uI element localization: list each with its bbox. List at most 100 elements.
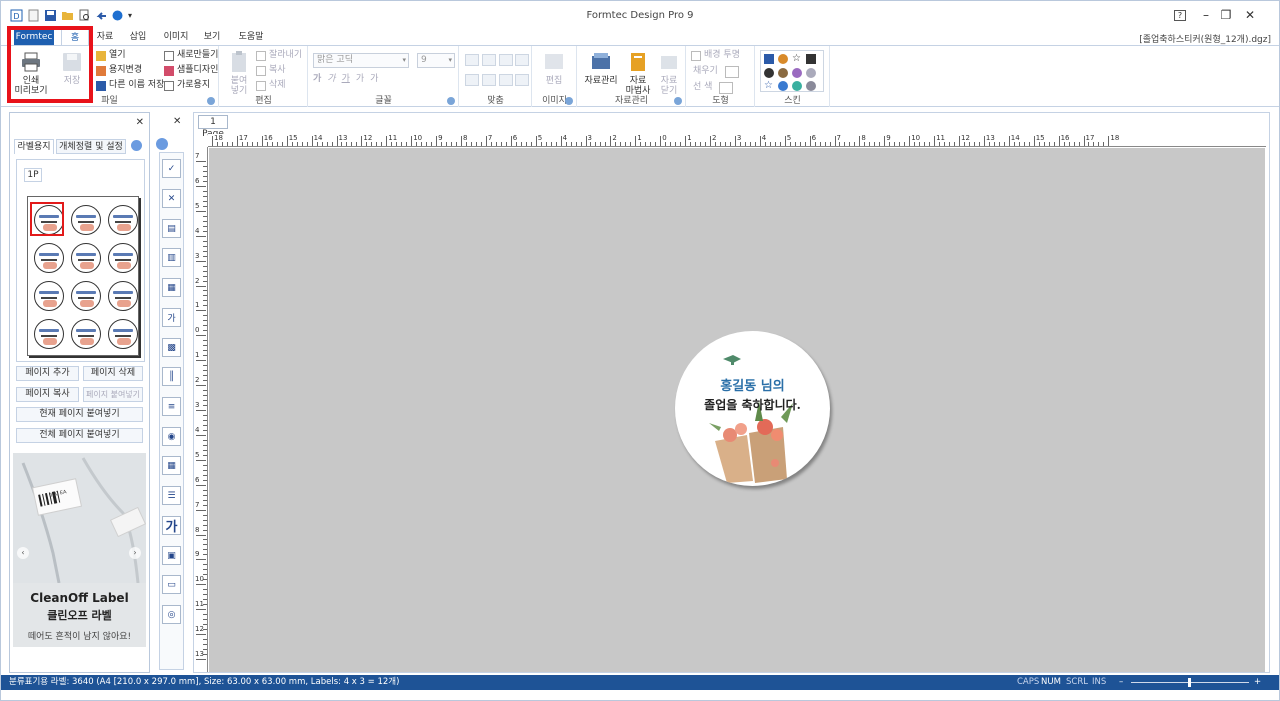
clipart-tool-icon[interactable]: ▣ xyxy=(162,546,181,565)
list-tool-icon[interactable]: ☰ xyxy=(162,486,181,505)
sticker-label[interactable]: 홍길동 님의 졸업을 축하합니다. xyxy=(675,331,830,486)
data-group-launcher-icon[interactable] xyxy=(674,97,682,105)
skin-brown-icon[interactable] xyxy=(778,68,788,78)
zoom-in-button[interactable]: + xyxy=(1254,675,1261,690)
ruler-minor-tick xyxy=(203,230,207,232)
sample-design-button[interactable]: 샘플디자인 xyxy=(164,64,218,77)
paste-all-pages-button[interactable]: 전체 페이지 붙여넣기 xyxy=(16,428,143,443)
skin-blue-icon[interactable] xyxy=(764,54,774,64)
text-style-tool-icon[interactable]: 가 xyxy=(162,308,181,327)
carousel-next-icon[interactable]: › xyxy=(129,547,141,559)
tab-view[interactable]: 보기 xyxy=(199,29,225,45)
disc-tool-icon[interactable]: ◎ xyxy=(162,605,181,624)
open-button[interactable]: 열기 xyxy=(96,49,126,62)
paste-current-page-button[interactable]: 현재 페이지 붙여넣기 xyxy=(16,407,143,422)
copy-button[interactable]: 복사 xyxy=(256,64,286,77)
copy-page-button[interactable]: 페이지 복사 xyxy=(16,387,79,402)
data-close-button[interactable]: 자료 닫기 xyxy=(656,50,682,96)
align-justify-icon[interactable] xyxy=(515,54,529,66)
page-tab[interactable]: 1 Page xyxy=(198,115,228,139)
shrink-font-button[interactable]: 가 xyxy=(370,73,378,86)
skin-purple-icon[interactable] xyxy=(792,68,802,78)
image-tool-icon[interactable]: ▭ xyxy=(162,575,181,594)
help-button[interactable]: ? xyxy=(1174,10,1186,21)
image-group-launcher-icon[interactable] xyxy=(565,97,573,105)
data-wizard-button[interactable]: 자료 마법사 xyxy=(624,50,652,96)
align-bottom-icon[interactable] xyxy=(499,74,513,86)
save-as-button[interactable]: 다른 이름 저장 xyxy=(96,79,164,92)
file-group-launcher-icon[interactable] xyxy=(207,97,215,105)
bg-transparent-checkbox[interactable]: 배경 투명 xyxy=(691,49,740,62)
restore-button[interactable]: ❐ xyxy=(1217,7,1235,23)
ruler-minor-tick xyxy=(829,142,831,146)
skin-dark-icon[interactable] xyxy=(806,54,816,64)
skin-teal-icon[interactable] xyxy=(792,81,802,91)
carousel-prev-icon[interactable]: ‹ xyxy=(17,547,29,559)
paste-page-button[interactable]: 페이지 붙여넣기 xyxy=(83,387,143,402)
person-tool-icon[interactable]: ◉ xyxy=(162,427,181,446)
skin-blue-star-icon[interactable]: ☆ xyxy=(764,81,774,91)
font-name-select[interactable]: 맑은 고딕 ▾ xyxy=(313,53,409,68)
skin-black-icon[interactable] xyxy=(764,68,774,78)
tool-options-icon[interactable] xyxy=(156,138,168,150)
tab-image[interactable]: 이미지 xyxy=(159,29,193,45)
align-top-icon[interactable] xyxy=(465,74,479,86)
qr-code-tool-icon[interactable]: ▩ xyxy=(162,338,181,357)
tab-label-paper[interactable]: 라벨용지 xyxy=(14,139,54,154)
skin-orange-icon[interactable] xyxy=(778,54,788,64)
zoom-slider-thumb[interactable] xyxy=(1188,678,1191,687)
vertical-text-tool-icon[interactable]: ▥ xyxy=(162,248,181,267)
close-icon[interactable]: ✕ xyxy=(136,117,144,128)
new-button[interactable]: 새로만들기 xyxy=(164,49,218,62)
skin-silver-icon[interactable] xyxy=(806,81,816,91)
skin-azure-icon[interactable] xyxy=(778,81,788,91)
minimize-button[interactable]: – xyxy=(1197,7,1215,23)
panel-options-icon[interactable] xyxy=(131,140,142,151)
delete-page-button[interactable]: 페이지 삭제 xyxy=(83,366,143,381)
crop-tool-icon[interactable]: ✕ xyxy=(162,189,181,208)
bold-button[interactable]: 가 xyxy=(313,73,321,86)
grow-font-button[interactable]: 가 xyxy=(356,73,364,86)
ruler-major-tick xyxy=(196,385,206,387)
text-box-tool-icon[interactable]: ▤ xyxy=(162,219,181,238)
ruler-label: 13 xyxy=(985,134,995,142)
delete-button[interactable]: 삭제 xyxy=(256,79,286,92)
design-canvas[interactable]: 홍길동 님의 졸업을 축하합니다. xyxy=(209,148,1265,672)
skin-gray-icon[interactable] xyxy=(806,68,816,78)
paste-button[interactable]: 붙여 넣기 xyxy=(226,50,252,96)
ad-banner[interactable]: 000 EA ‹ › CleanOff Label 클린오프 라벨 떼어도 흔적… xyxy=(13,453,146,647)
tab-data[interactable]: 자료 xyxy=(93,29,117,45)
tab-insert[interactable]: 삽입 xyxy=(125,29,151,45)
align-right-icon[interactable] xyxy=(499,54,513,66)
serial-text-tool-icon[interactable]: ▦ xyxy=(162,278,181,297)
skin-star-icon[interactable]: ☆ xyxy=(792,54,802,64)
font-group-launcher-icon[interactable] xyxy=(447,97,455,105)
zoom-out-button[interactable]: – xyxy=(1119,675,1123,690)
barcode2-tool-icon[interactable]: ≡ xyxy=(162,397,181,416)
select-tool-icon[interactable]: ✓ xyxy=(162,159,181,178)
font-size-select[interactable]: 9 ▾ xyxy=(417,53,455,68)
cut-button[interactable]: 잘라내기 xyxy=(256,49,302,62)
tab-help[interactable]: 도움말 xyxy=(233,29,269,45)
tab-object-settings[interactable]: 개체정렬 및 설정 xyxy=(56,139,126,154)
barcode-tool-icon[interactable]: ║ xyxy=(162,367,181,386)
close-button[interactable]: ✕ xyxy=(1241,7,1259,23)
italic-button[interactable]: 가 xyxy=(327,73,335,86)
image-edit-button[interactable]: 편집 xyxy=(541,50,567,86)
add-page-button[interactable]: 페이지 추가 xyxy=(16,366,79,381)
align-center-icon[interactable] xyxy=(482,54,496,66)
underline-button[interactable]: 가 xyxy=(342,73,350,86)
align-distribute-icon[interactable] xyxy=(515,74,529,86)
fill-color-picker[interactable]: 채우기 xyxy=(693,65,739,78)
table-tool-icon[interactable]: ▦ xyxy=(162,456,181,475)
close-icon[interactable]: ✕ xyxy=(173,116,181,127)
data-manage-button[interactable]: 자료관리 xyxy=(582,50,620,86)
page-thumbnail[interactable] xyxy=(27,196,139,356)
landscape-paper-button[interactable]: 가로용지 xyxy=(164,79,210,92)
change-paper-button[interactable]: 용지변경 xyxy=(96,64,142,77)
align-left-icon[interactable] xyxy=(465,54,479,66)
ins-indicator: INS xyxy=(1092,677,1107,687)
page-1-tab[interactable]: 1P xyxy=(24,168,42,182)
align-middle-icon[interactable] xyxy=(482,74,496,86)
large-text-tool-icon[interactable]: 가 xyxy=(162,516,181,535)
